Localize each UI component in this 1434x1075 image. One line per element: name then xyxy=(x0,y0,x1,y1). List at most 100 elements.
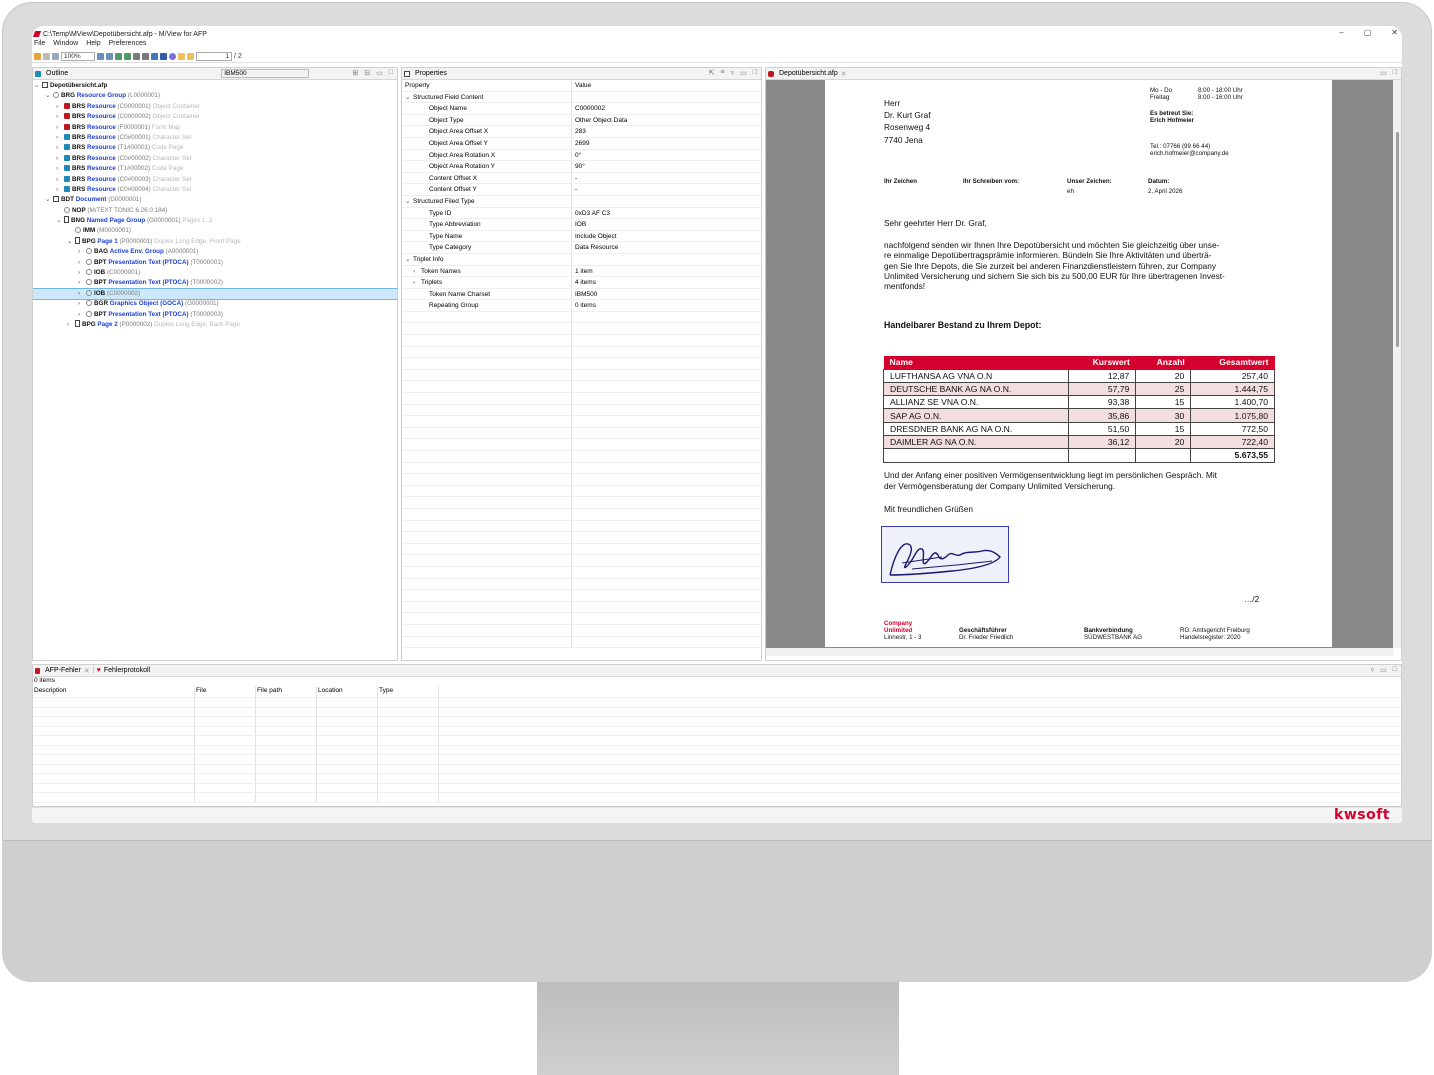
pin-icon[interactable]: ⇱ xyxy=(709,69,715,77)
minimize-button[interactable]: – xyxy=(1339,28,1343,37)
outline-row[interactable]: › BRS Resource (F0000001) Form Map xyxy=(33,123,397,133)
menu-window[interactable]: Window xyxy=(53,40,78,51)
chevron-right-icon[interactable]: › xyxy=(56,112,64,122)
outline-row[interactable]: › BRS Resource (C0000002) Object Containe… xyxy=(33,112,397,122)
property-row[interactable]: Object Type Other Object Data xyxy=(402,114,761,127)
scrollbar-thumb[interactable] xyxy=(1396,132,1399,347)
rotate-icon[interactable] xyxy=(133,53,140,60)
chevron-down-icon[interactable]: ⌄ xyxy=(405,254,413,265)
property-row[interactable]: Object Area Offset X 283 xyxy=(402,126,761,138)
property-row[interactable]: Repeating Group 0 items xyxy=(402,300,761,312)
chevron-down-icon[interactable]: ⌄ xyxy=(405,196,413,207)
column-header-location[interactable]: Location xyxy=(317,686,378,697)
property-row[interactable]: Type Category Data Resource xyxy=(402,242,761,254)
outline-row[interactable]: › BPT Presentation Text (PTOCA) (T0000003… xyxy=(33,310,397,320)
chevron-right-icon[interactable]: › xyxy=(56,123,64,133)
zoom-select[interactable]: 100% xyxy=(61,52,95,61)
tab-close-icon[interactable]: ✕ xyxy=(84,667,90,675)
outline-row[interactable]: ⌄ BNG Named Page Group (G0000001) Pages 1… xyxy=(33,216,397,226)
outline-row[interactable]: ⌄ Depotübersicht.afp xyxy=(33,81,397,91)
close-button[interactable]: ✕ xyxy=(1391,28,1398,37)
outline-row[interactable]: › BRS Resource (T1#00001) Code Page xyxy=(33,143,397,153)
minimize-view-icon[interactable]: ▭ xyxy=(740,69,747,77)
column-header-type[interactable]: Type xyxy=(378,686,439,697)
property-row[interactable]: Object Name C0000002 xyxy=(402,103,761,115)
chevron-right-icon[interactable]: › xyxy=(56,154,64,164)
menu-file[interactable]: File xyxy=(34,40,45,51)
minimize-view-icon[interactable]: ▭ xyxy=(1380,69,1387,77)
outline-row[interactable]: › BPG Page 2 (P0000002) Duplex Long Edge,… xyxy=(33,319,397,330)
tab-afp-fehler[interactable]: AFP-Fehler xyxy=(45,667,81,674)
property-row[interactable]: Type ID 0xD3 AF C3 xyxy=(402,207,761,220)
maximize-view-icon[interactable]: □ xyxy=(1393,69,1397,77)
column-header-description[interactable]: Description xyxy=(33,686,195,697)
column-header-property[interactable]: Property xyxy=(402,80,572,91)
chevron-right-icon[interactable]: › xyxy=(78,310,86,320)
outline-row[interactable]: NOP (M/TEXT TONIC 6.26.0.184) xyxy=(33,206,397,216)
outline-row[interactable]: IMM (M0000001) xyxy=(33,226,397,236)
outline-row[interactable]: ⌄ BDT Document (D0000001) xyxy=(33,195,397,205)
minimize-view-icon[interactable]: ▭ xyxy=(1380,666,1387,674)
maximize-view-icon[interactable]: □ xyxy=(389,69,393,77)
collapse-icon[interactable]: ⊟ xyxy=(364,69,370,77)
property-row[interactable]: Type Abbreviation IOB xyxy=(402,219,761,231)
validate-icon[interactable] xyxy=(169,53,176,60)
outline-row[interactable]: › BPT Presentation Text (PTOCA) (T0000002… xyxy=(33,278,397,288)
minimize-view-icon[interactable]: ▭ xyxy=(376,69,383,77)
outline-row[interactable]: › BAG Active Env. Group (A0000001) xyxy=(33,247,397,257)
menu-help[interactable]: Help xyxy=(86,40,100,51)
overlay-icon[interactable] xyxy=(160,53,167,60)
column-header-value[interactable]: Value xyxy=(572,80,591,91)
chevron-right-icon[interactable]: › xyxy=(56,164,64,174)
chevron-right-icon[interactable]: › xyxy=(56,133,64,143)
categories-icon[interactable]: ≡ xyxy=(721,69,725,77)
chevron-right-icon[interactable]: › xyxy=(56,185,64,195)
document-tab[interactable]: Depotübersicht.afp ✕ ▭ □ xyxy=(766,68,1401,80)
save-icon[interactable] xyxy=(43,53,50,60)
layers-icon[interactable] xyxy=(142,53,149,60)
property-row[interactable]: ⌄ Structured Filed Type xyxy=(402,195,761,208)
outline-tab[interactable]: Outline IBM500 ⊞ ⊟ ▭ □ xyxy=(33,68,397,80)
chevron-right-icon[interactable]: › xyxy=(56,102,64,112)
print-icon[interactable] xyxy=(52,53,59,60)
property-row[interactable]: Object Area Offset Y 2699 xyxy=(402,137,761,150)
chevron-right-icon[interactable]: › xyxy=(78,299,86,309)
property-row[interactable]: Type Name Include Object xyxy=(402,230,761,243)
fit-page-icon[interactable] xyxy=(115,53,122,60)
vertical-scrollbar[interactable] xyxy=(1393,80,1401,648)
chevron-down-icon[interactable]: ⌄ xyxy=(45,195,53,205)
property-row[interactable]: Object Area Rotation X 0° xyxy=(402,149,761,162)
chevron-down-icon[interactable]: ⌄ xyxy=(67,237,75,247)
chevron-right-icon[interactable]: › xyxy=(78,258,86,268)
outline-row[interactable]: › BGR Graphics Object (GOCA) (G0000001) xyxy=(33,299,397,309)
property-row[interactable]: Content Offset Y - xyxy=(402,184,761,196)
column-header-file-path[interactable]: File path xyxy=(256,686,317,697)
zoom-out-icon[interactable] xyxy=(106,53,113,60)
outline-row[interactable]: › BRS Resource (T1#00002) Code Page xyxy=(33,164,397,174)
chevron-right-icon[interactable]: › xyxy=(78,268,86,278)
outline-row[interactable]: ⌄ BPG Page 1 (P0000001) Duplex Long Edge,… xyxy=(33,236,397,247)
column-header-file[interactable]: File xyxy=(195,686,256,697)
property-row[interactable]: › Triplets 4 items xyxy=(402,277,761,289)
properties-tab[interactable]: Properties ⇱ ≡ ▿ ▭ □ xyxy=(402,68,761,80)
zoom-in-icon[interactable] xyxy=(97,53,104,60)
grid-icon[interactable] xyxy=(151,53,158,60)
maximize-view-icon[interactable]: □ xyxy=(753,69,757,77)
outline-row[interactable]: › IOB (C0000002) xyxy=(33,287,397,301)
codepage-select[interactable]: IBM500 xyxy=(221,69,310,78)
prev-page-icon[interactable] xyxy=(178,53,185,60)
maximize-view-icon[interactable]: □ xyxy=(1393,666,1397,674)
tab-fehlerprotokoll[interactable]: Fehlerprotokoll xyxy=(104,667,150,674)
chevron-down-icon[interactable]: ⌄ xyxy=(405,92,413,103)
chevron-right-icon[interactable]: › xyxy=(56,143,64,153)
chevron-right-icon[interactable]: › xyxy=(413,277,421,288)
chevron-right-icon[interactable]: › xyxy=(56,175,64,185)
property-row[interactable]: Content Offset X - xyxy=(402,172,761,185)
maximize-button[interactable]: ▢ xyxy=(1364,28,1372,37)
chevron-right-icon[interactable]: › xyxy=(413,266,421,277)
outline-row[interactable]: › BRS Resource (C0#00001) Character Set xyxy=(33,133,397,143)
property-row[interactable]: Token Name Charset IBM500 xyxy=(402,288,761,301)
document-canvas[interactable]: Mo - Do 8:00 - 18:00 Uhr Freitag 8:00 - … xyxy=(766,80,1393,648)
outline-row[interactable]: › BPT Presentation Text (PTOCA) (T0000001… xyxy=(33,258,397,268)
filter-icon[interactable]: ▿ xyxy=(731,69,735,77)
